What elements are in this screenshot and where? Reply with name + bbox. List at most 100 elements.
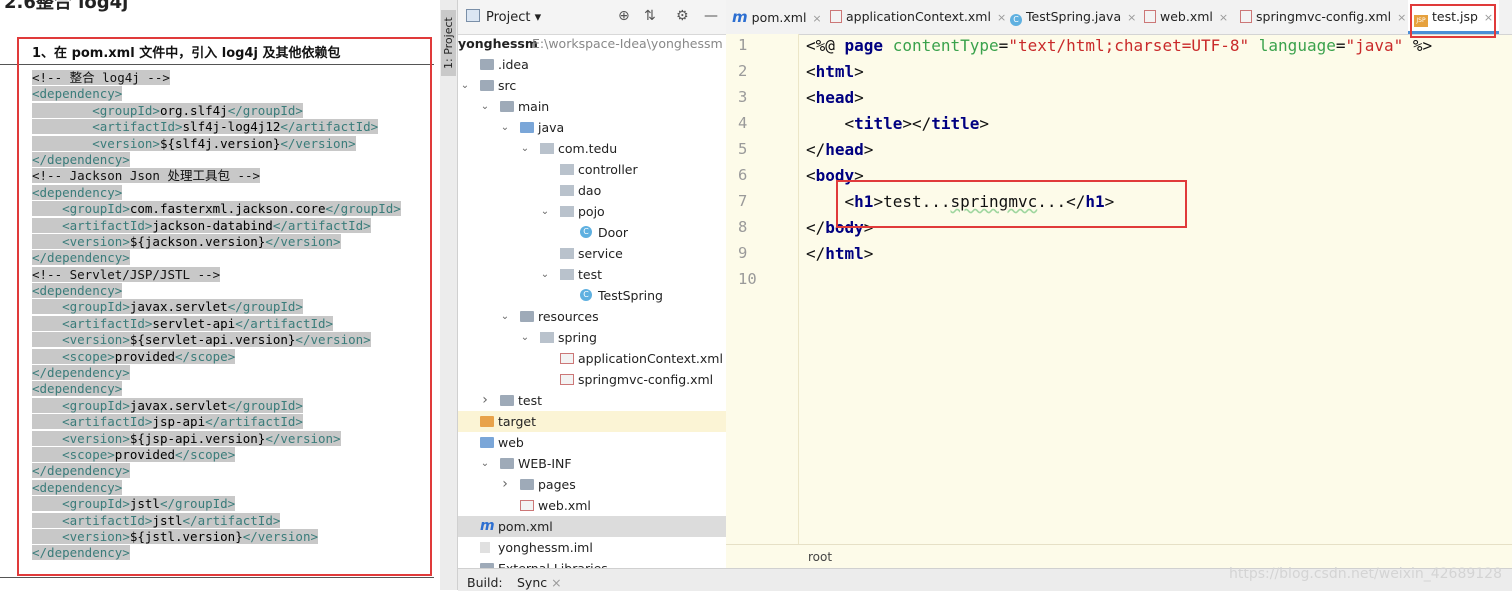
chevron-right-icon[interactable]: › (500, 474, 510, 495)
java-class-icon: C (580, 289, 592, 301)
close-tab-icon[interactable]: × (1219, 11, 1228, 24)
editor-tab[interactable]: springmvc-config.xml × (1240, 0, 1406, 34)
package-icon (540, 143, 554, 154)
tree-item[interactable]: m pom.xml (458, 516, 726, 537)
project-icon (466, 9, 480, 22)
code-line-9: </html> (806, 244, 874, 263)
tab-label: TestSpring.java (1026, 9, 1122, 24)
chevron-down-icon[interactable]: ⌄ (500, 306, 510, 327)
tree-item[interactable]: › pages (458, 474, 726, 495)
tree-item[interactable]: applicationContext.xml (458, 348, 726, 369)
close-tab-icon[interactable]: × (812, 12, 821, 25)
close-icon[interactable]: × (551, 575, 561, 590)
line-number: 5 (738, 140, 748, 158)
watermark: https://blog.csdn.net/weixin_42689128 (1228, 566, 1502, 582)
tree-item[interactable]: target (458, 411, 726, 432)
editor-tab[interactable]: applicationContext.xml × (830, 0, 1006, 34)
xml-file-icon (1240, 10, 1252, 23)
tree-root[interactable]: yonghessm E:\workspace-Idea\yonghessm (458, 33, 726, 54)
folder-icon (500, 458, 514, 469)
tree-item[interactable]: ⌄ com.tedu (458, 138, 726, 159)
tab-label: web.xml (1160, 9, 1213, 24)
chevron-down-icon[interactable]: ⌄ (480, 453, 490, 474)
module-file-icon (480, 542, 490, 553)
code-line-5: </head> (806, 140, 874, 159)
tree-item[interactable]: web (458, 432, 726, 453)
editor-tab[interactable]: web.xml × (1144, 0, 1228, 34)
chevron-down-icon[interactable]: ⌄ (480, 96, 490, 117)
chevron-down-icon[interactable]: ⌄ (540, 264, 550, 285)
chevron-down-icon[interactable]: ⌄ (460, 75, 470, 96)
package-icon (560, 269, 574, 280)
tree-item[interactable]: ⌄ test (458, 264, 726, 285)
tree-item-label: .idea (498, 57, 529, 72)
line-number: 1 (738, 36, 748, 54)
line-number: 10 (738, 270, 757, 288)
line-number: 4 (738, 114, 748, 132)
ide-window: 1: Project Project ▾ ⊕ ⇅ ⚙ — yonghessm E… (440, 0, 1512, 591)
build-label: Build: (467, 575, 503, 590)
chevron-down-icon[interactable]: ⌄ (520, 138, 530, 159)
chevron-right-icon[interactable]: › (480, 390, 490, 411)
editor-tab-bar: m pom.xml × applicationContext.xml × C TestSpr… (726, 0, 1512, 35)
tree-item[interactable]: ⌄ java (458, 117, 726, 138)
xml-file-icon (520, 500, 534, 511)
tree-item[interactable]: › test (458, 390, 726, 411)
editor-tab[interactable]: JSP test.jsp × (1408, 0, 1500, 34)
maven-icon: m (732, 8, 748, 26)
collapse-all-icon[interactable]: ⇅ (644, 8, 656, 24)
line-number: 8 (738, 218, 748, 236)
tree-item[interactable]: web.xml (458, 495, 726, 516)
tree-item-label: yonghessm.iml (498, 540, 593, 555)
tree-item-label: pom.xml (498, 519, 553, 534)
document-panel: 2.6整合 log4j 1、在 pom.xml 文件中，引入 log4j 及其他… (0, 0, 450, 590)
tree-item[interactable]: External Libraries (458, 558, 726, 568)
folder-icon (500, 101, 514, 112)
xml-file-icon (560, 353, 574, 364)
breadcrumb[interactable]: root (808, 550, 832, 564)
tree-item-label: java (538, 120, 565, 135)
close-tab-icon[interactable]: × (1397, 11, 1406, 24)
editor-tab[interactable]: C TestSpring.java × (1010, 0, 1136, 34)
project-panel-toolbar: Project ▾ ⊕ ⇅ ⚙ — (458, 0, 726, 35)
gear-icon[interactable]: ⚙ (676, 8, 689, 24)
tree-item[interactable]: ⌄ resources (458, 306, 726, 327)
chevron-down-icon[interactable]: ⌄ (540, 201, 550, 222)
project-view-selector[interactable]: Project ▾ (466, 9, 541, 25)
code-line-7: <h1>test...springmvc...</h1> (844, 192, 1115, 211)
editor-tab[interactable]: m pom.xml × (732, 0, 822, 34)
line-number: 3 (738, 88, 748, 106)
tree-item[interactable]: yonghessm.iml (458, 537, 726, 558)
tree-item[interactable]: .idea (458, 54, 726, 75)
sync-tab[interactable]: Sync × (517, 575, 562, 590)
annotation-frame-dependencies (17, 37, 432, 576)
code-line-3: <head> (806, 88, 864, 107)
close-tab-icon[interactable]: × (997, 11, 1006, 24)
code-line-2: <html> (806, 62, 864, 81)
project-tool-button[interactable]: 1: Project (441, 10, 456, 76)
chevron-down-icon[interactable]: ⌄ (520, 327, 530, 348)
tree-item[interactable]: ⌄ main (458, 96, 726, 117)
tree-item[interactable]: ⌄ pojo (458, 201, 726, 222)
chevron-down-icon[interactable]: ⌄ (500, 117, 510, 138)
tree-item-label: web.xml (538, 498, 591, 513)
tree-item[interactable]: ⌄ spring (458, 327, 726, 348)
line-number-gutter: 1 2 3 4 5 6 7 8 9 10 (726, 34, 799, 544)
tree-item[interactable]: ⌄ src (458, 75, 726, 96)
folder-icon (520, 122, 534, 133)
tree-item[interactable]: C Door (458, 222, 726, 243)
tab-label: test.jsp (1432, 9, 1478, 24)
tab-label: applicationContext.xml (846, 9, 991, 24)
close-tab-icon[interactable]: × (1484, 11, 1493, 24)
tree-item[interactable]: controller (458, 159, 726, 180)
folder-icon (480, 80, 494, 91)
locate-icon[interactable]: ⊕ (618, 8, 630, 24)
tree-item[interactable]: service (458, 243, 726, 264)
tree-item[interactable]: dao (458, 180, 726, 201)
tree-item[interactable]: springmvc-config.xml (458, 369, 726, 390)
line-number: 9 (738, 244, 748, 262)
close-tab-icon[interactable]: × (1127, 11, 1136, 24)
hide-panel-icon[interactable]: — (704, 8, 718, 24)
tree-item[interactable]: ⌄ WEB-INF (458, 453, 726, 474)
tree-item[interactable]: C TestSpring (458, 285, 726, 306)
